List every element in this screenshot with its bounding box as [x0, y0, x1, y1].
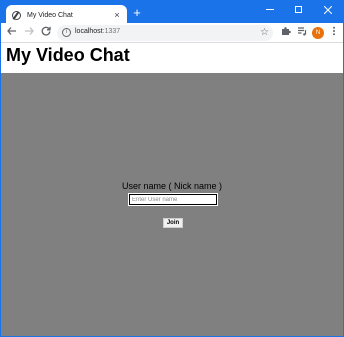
browser-window: My Video Chat × + i localhost:1337 ☆ N M… [0, 0, 344, 337]
tab-title: My Video Chat [27, 11, 73, 19]
back-button[interactable] [5, 26, 19, 40]
arrow-right-icon [25, 27, 34, 35]
maximize-icon [294, 6, 302, 14]
reload-button[interactable] [39, 26, 53, 40]
maximize-button[interactable] [284, 1, 312, 17]
profile-avatar[interactable]: N [312, 27, 324, 39]
url-port: :1337 [102, 28, 121, 35]
kebab-menu-icon [333, 26, 335, 36]
page-title: My Video Chat [6, 45, 130, 65]
globe-icon [12, 10, 21, 20]
browser-toolbar: i localhost:1337 ☆ N [1, 23, 343, 43]
url-text: localhost:1337 [75, 28, 120, 35]
window-close-button[interactable] [314, 1, 342, 17]
page-header: My Video Chat [1, 43, 343, 73]
forward-button[interactable] [22, 26, 36, 40]
minimize-button[interactable] [256, 1, 284, 17]
close-icon [323, 5, 333, 14]
page-content: My Video Chat User name ( Nick name ) Jo… [1, 43, 343, 336]
minimize-icon [266, 9, 274, 11]
page-body: User name ( Nick name ) Join [1, 73, 343, 336]
user-name-input[interactable] [128, 193, 218, 206]
tab-close-icon[interactable]: × [111, 10, 123, 20]
url-host: localhost [75, 28, 103, 35]
bookmark-star-icon[interactable]: ☆ [260, 26, 269, 40]
puzzle-icon [282, 27, 291, 35]
playlist-icon [298, 27, 307, 36]
join-button[interactable]: Join [163, 218, 183, 228]
arrow-left-icon [7, 27, 16, 35]
media-control-button[interactable] [295, 26, 309, 40]
info-icon[interactable]: i [62, 28, 71, 37]
user-name-label: User name ( Nick name ) [121, 181, 223, 191]
address-bar[interactable]: i localhost:1337 ☆ [57, 25, 273, 41]
browser-menu-button[interactable] [327, 26, 341, 40]
new-tab-button[interactable]: + [131, 5, 143, 21]
tab-strip: My Video Chat × + [1, 1, 343, 25]
tab-my-video-chat[interactable]: My Video Chat × [6, 5, 127, 25]
extensions-button[interactable] [279, 26, 293, 40]
reload-icon [41, 26, 51, 36]
